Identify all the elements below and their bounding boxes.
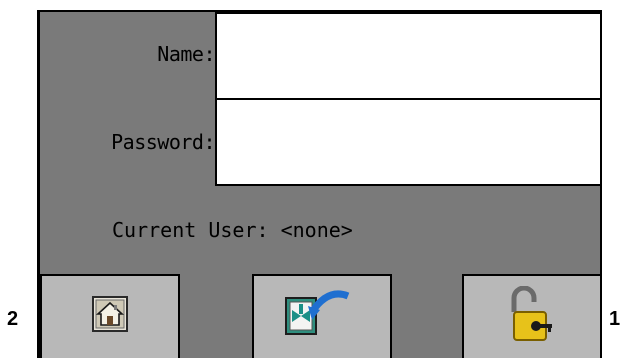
password-field[interactable] [215, 98, 600, 186]
unlock-padlock-icon [506, 285, 562, 350]
login-screen: 2 1 Name: Password: Current User: <none> [0, 0, 627, 358]
valve-return-icon [282, 286, 362, 340]
valve-return-button[interactable] [252, 274, 392, 358]
current-user-status: Current User: <none> [112, 218, 353, 242]
unlock-button[interactable] [462, 274, 600, 358]
name-field[interactable] [215, 12, 600, 100]
name-label: Name: [157, 42, 215, 66]
home-button[interactable] [40, 274, 180, 358]
home-icon [92, 296, 128, 336]
annotation-number-right: 1 [609, 308, 621, 330]
password-label: Password: [111, 130, 215, 154]
annotation-number-left: 2 [7, 308, 19, 330]
login-panel: Name: Password: Current User: <none> [37, 10, 602, 358]
